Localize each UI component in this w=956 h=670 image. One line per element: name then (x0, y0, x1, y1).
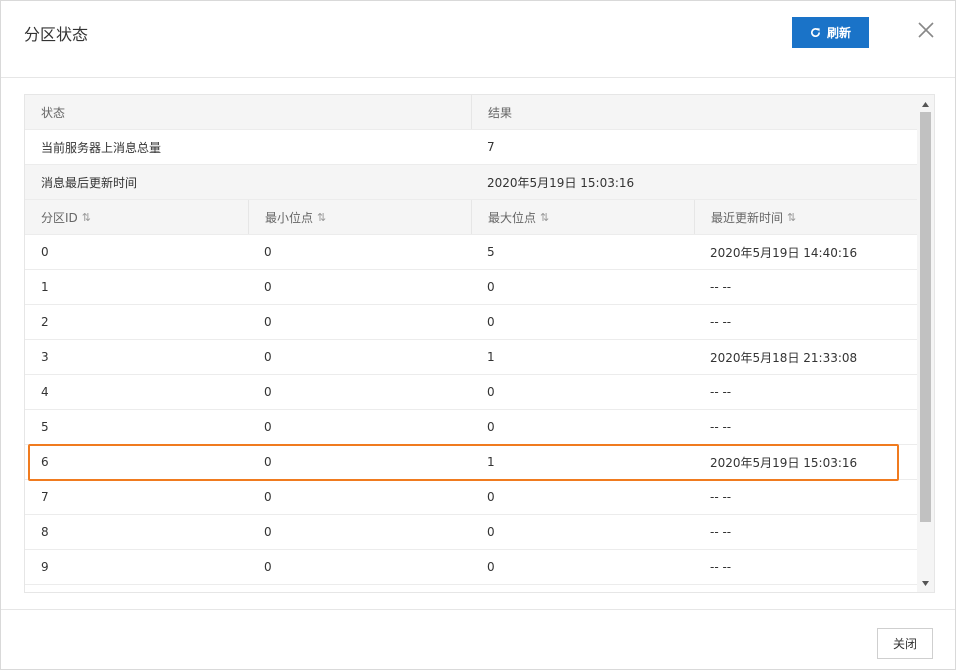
refresh-icon (811, 28, 820, 38)
cell-last-updated: 2020年5月19日 14:40:16 (710, 245, 858, 260)
sort-icon[interactable]: ⇅ (82, 211, 91, 224)
column-header-partition-id[interactable]: 分区ID ⇅ (25, 200, 248, 234)
column-header-label: 最近更新时间 (711, 210, 784, 225)
cell-last-updated: -- -- (710, 490, 732, 504)
column-header-label: 分区ID (41, 210, 78, 225)
partition-status-dialog: 分区状态 刷新 状态 结果 当前服务器上消息总量 7 消息最后更新时间 2020… (0, 0, 956, 670)
close-button[interactable]: 关闭 (877, 628, 933, 659)
scroll-down-arrow-icon[interactable] (917, 576, 934, 590)
column-header-min-offset[interactable]: 最小位点 ⇅ (248, 200, 471, 234)
cell-max-offset: 0 (487, 315, 495, 329)
table-row: 4 0 0 -- -- (25, 375, 917, 410)
summary-header-row: 状态 结果 (25, 95, 917, 130)
sort-icon[interactable]: ⇅ (787, 211, 796, 224)
scroll-up-arrow-icon[interactable] (917, 97, 934, 111)
column-header-label: 最小位点 (265, 210, 314, 225)
summary-label: 消息最后更新时间 (41, 175, 138, 190)
cell-partition-id: 0 (41, 245, 49, 259)
table-row: 5 0 0 -- -- (25, 410, 917, 445)
cell-last-updated: -- -- (710, 525, 732, 539)
cell-partition-id: 3 (41, 350, 49, 364)
cell-min-offset: 0 (264, 280, 272, 294)
cell-partition-id: 4 (41, 385, 49, 399)
refresh-button[interactable]: 刷新 (792, 17, 869, 48)
cell-min-offset: 0 (264, 455, 272, 469)
table-row: 1 0 0 -- -- (25, 270, 917, 305)
cell-min-offset: 0 (264, 420, 272, 434)
table-row: 7 0 0 -- -- (25, 480, 917, 515)
cell-min-offset: 0 (264, 350, 272, 364)
cell-max-offset: 0 (487, 280, 495, 294)
dialog-title: 分区状态 (24, 25, 89, 44)
cell-last-updated: -- -- (710, 420, 732, 434)
table-row: 9 0 0 -- -- (25, 550, 917, 585)
cell-last-updated: -- -- (710, 280, 732, 294)
table-row: 0 0 5 2020年5月19日 14:40:16 (25, 235, 917, 270)
cell-partition-id: 7 (41, 490, 49, 504)
summary-header-status: 状态 (41, 105, 66, 120)
refresh-label: 刷新 (826, 26, 851, 40)
summary-header-result: 结果 (471, 95, 917, 129)
table-row: 3 0 1 2020年5月18日 21:33:08 (25, 340, 917, 375)
column-header-max-offset[interactable]: 最大位点 ⇅ (471, 200, 694, 234)
scrollbar-thumb[interactable] (920, 112, 931, 522)
sort-icon[interactable]: ⇅ (540, 211, 549, 224)
column-header-label: 最大位点 (488, 210, 537, 225)
cell-partition-id: 9 (41, 560, 49, 574)
column-header-last-updated[interactable]: 最近更新时间 ⇅ (694, 200, 917, 234)
cell-max-offset: 0 (487, 525, 495, 539)
cell-partition-id: 1 (41, 280, 49, 294)
status-table: 状态 结果 当前服务器上消息总量 7 消息最后更新时间 2020年5月19日 1… (25, 95, 917, 585)
dialog-header: 分区状态 刷新 (1, 1, 955, 78)
cell-min-offset: 0 (264, 560, 272, 574)
cell-min-offset: 0 (264, 315, 272, 329)
table-row: 8 0 0 -- -- (25, 515, 917, 550)
summary-value: 2020年5月19日 15:03:16 (487, 175, 635, 190)
summary-row: 消息最后更新时间 2020年5月19日 15:03:16 (25, 165, 917, 200)
cell-max-offset: 1 (487, 350, 495, 364)
cell-max-offset: 5 (487, 245, 495, 259)
cell-min-offset: 0 (264, 490, 272, 504)
cell-partition-id: 8 (41, 525, 49, 539)
cell-max-offset: 1 (487, 455, 495, 469)
cell-last-updated: 2020年5月18日 21:33:08 (710, 350, 858, 365)
cell-min-offset: 0 (264, 525, 272, 539)
table-row: 2 0 0 -- -- (25, 305, 917, 340)
cell-max-offset: 0 (487, 560, 495, 574)
cell-last-updated: -- -- (710, 560, 732, 574)
close-icon[interactable] (915, 19, 937, 41)
cell-partition-id: 6 (41, 455, 49, 469)
cell-max-offset: 0 (487, 385, 495, 399)
summary-value: 7 (487, 140, 495, 154)
summary-label: 当前服务器上消息总量 (41, 140, 162, 155)
table-container: 状态 结果 当前服务器上消息总量 7 消息最后更新时间 2020年5月19日 1… (24, 94, 935, 593)
table-row-highlighted: 6 0 1 2020年5月19日 15:03:16 (25, 445, 917, 480)
cell-partition-id: 5 (41, 420, 49, 434)
cell-min-offset: 0 (264, 245, 272, 259)
cell-partition-id: 2 (41, 315, 49, 329)
partition-header-row: 分区ID ⇅ 最小位点 ⇅ 最大位点 ⇅ 最近更新时间 ⇅ (25, 200, 917, 235)
cell-last-updated: -- -- (710, 385, 732, 399)
vertical-scrollbar[interactable] (917, 95, 934, 592)
cell-last-updated: 2020年5月19日 15:03:16 (710, 455, 858, 470)
dialog-footer: 关闭 (1, 609, 955, 670)
cell-min-offset: 0 (264, 385, 272, 399)
cell-max-offset: 0 (487, 490, 495, 504)
sort-icon[interactable]: ⇅ (317, 211, 326, 224)
cell-max-offset: 0 (487, 420, 495, 434)
cell-last-updated: -- -- (710, 315, 732, 329)
summary-row: 当前服务器上消息总量 7 (25, 130, 917, 165)
